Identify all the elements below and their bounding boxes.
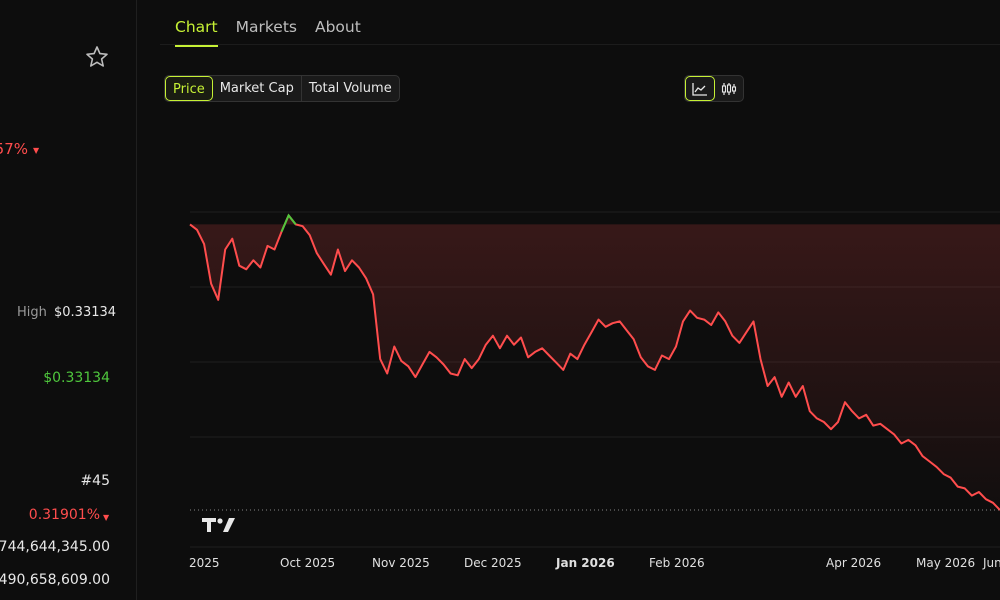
high-label: High [17, 305, 47, 320]
down-arrow-icon: ▼ [33, 146, 40, 155]
high-value: $0.33134 [54, 305, 117, 320]
x-tick-label: Feb 2026 [649, 556, 705, 570]
all-time-high-value: $0.33134 [43, 370, 110, 386]
x-tick-label: 2025 [189, 556, 220, 570]
market-rank: #45 [80, 473, 110, 489]
x-tick-label: Dec 2025 [464, 556, 522, 570]
x-tick-label: Nov 2025 [372, 556, 430, 570]
tab-markets[interactable]: Markets [236, 18, 297, 47]
x-tick-label: Jan 2026 [555, 556, 615, 570]
tradingview-logo-icon [202, 518, 235, 532]
star-icon[interactable] [85, 45, 109, 69]
total-volume-button[interactable]: Total Volume [302, 76, 399, 101]
x-axis-labels: 2025 Oct 2025 Nov 2025 Dec 2025 Jan 2026 Feb … [189, 556, 1000, 570]
price-area [190, 215, 1000, 510]
x-tick-label: Oct 2025 [280, 556, 335, 570]
chart-type-toggle [684, 75, 744, 102]
tab-chart[interactable]: Chart [175, 18, 218, 47]
coin-info-panel: 57% ▼ High $0.33134 $0.33134 #45 0.31901… [0, 0, 137, 600]
percent-change: 0.31901% [28, 507, 100, 523]
candlestick-icon[interactable] [715, 76, 743, 101]
metric-selector: Price Market Cap Total Volume [164, 75, 400, 102]
price-button[interactable]: Price [165, 76, 213, 101]
stat-value-2: 490,658,609.00 [0, 572, 110, 588]
tab-about[interactable]: About [315, 18, 361, 47]
price-change-pct: 57% [0, 140, 28, 158]
tabs-divider [160, 44, 1000, 45]
x-tick-label: May 2026 [916, 556, 975, 570]
x-tick-label: Jun [982, 556, 1000, 570]
down-arrow-icon: ▼ [103, 513, 110, 522]
x-tick-label: Apr 2026 [826, 556, 881, 570]
stat-value-1: 744,644,345.00 [0, 539, 110, 555]
line-chart-icon[interactable] [685, 76, 715, 101]
market-cap-button[interactable]: Market Cap [213, 76, 302, 101]
main-tabs: Chart Markets About [175, 18, 361, 47]
price-chart[interactable]: 2025 Oct 2025 Nov 2025 Dec 2025 Jan 2026 Feb … [160, 110, 1000, 580]
